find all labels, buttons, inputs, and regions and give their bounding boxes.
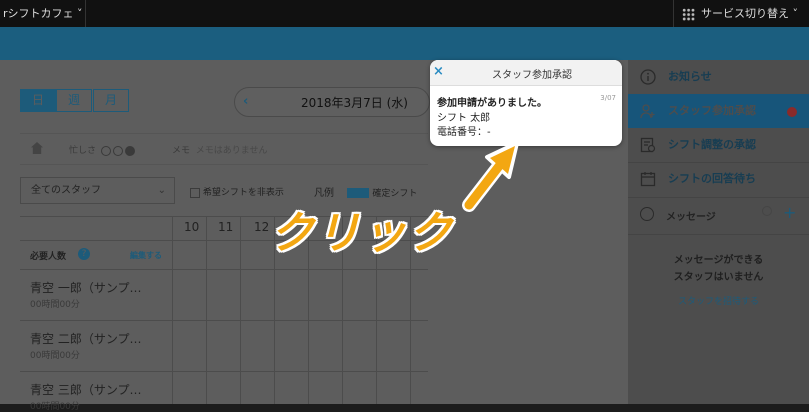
sidebar-item-label: シフトの回答待ち <box>668 172 756 185</box>
memo-label: メモ <box>172 146 191 156</box>
sidebar-item-label: お知らせ <box>668 70 712 83</box>
sidebar-item-label: スタッフ参加承認 <box>668 104 756 117</box>
empty-message-line2: スタッフはいません <box>673 272 764 283</box>
calendar-icon <box>640 172 656 187</box>
add-user-icon <box>640 104 655 119</box>
sidebar-item-label: シフト調整の承認 <box>668 138 756 151</box>
staff-approval-popup[interactable]: × スタッフ参加承認 参加申請がありました。 3/07 シフト 太郎 電話番号：… <box>430 60 622 146</box>
busy-mid-icon[interactable] <box>112 145 123 156</box>
sidebar-item-awaiting-replies[interactable]: シフトの回答待ち <box>628 162 809 196</box>
tab-month-label: 月 <box>104 93 117 107</box>
memo: メモ メモはありません <box>172 143 267 156</box>
current-date: 2018年3月7日 (水) <box>301 96 408 110</box>
busy-low-icon[interactable] <box>100 145 111 156</box>
prev-day-button[interactable]: ‹ <box>243 94 248 109</box>
sidebar-item-staff-approval[interactable]: スタッフ参加承認 <box>628 94 809 128</box>
header-band <box>0 27 809 60</box>
edit-required-link[interactable]: 編集する <box>130 250 162 261</box>
hour-11: 11 <box>218 220 234 234</box>
popup-message: 参加申請がありました。 <box>437 98 547 109</box>
required-count-label: 必要人数 <box>30 252 67 262</box>
messages-header: メッセージ <box>666 212 716 223</box>
hide-requested-checkbox[interactable] <box>190 187 200 198</box>
staff-select[interactable]: 全てのスタッフ ⌄ <box>20 177 175 204</box>
date-navigator: ‹ 2018年3月7日 (水) <box>234 87 430 117</box>
hour-12: 12 <box>254 220 270 234</box>
staff-row-hours: 00時間00分 <box>30 300 80 310</box>
info-icon <box>640 69 656 85</box>
staff-row-hours: 00時間00分 <box>30 351 80 361</box>
staff-row-name[interactable]: 青空 二郎（サンプ… <box>30 330 141 347</box>
busy-label: 忙しさ <box>69 146 97 156</box>
empty-message-line1: メッセージができる <box>673 255 764 266</box>
close-icon[interactable]: × <box>433 64 444 79</box>
sidebar-item-notices[interactable]: お知らせ <box>628 60 809 94</box>
help-icon[interactable]: ? <box>78 248 90 260</box>
tab-month[interactable]: 月 <box>93 89 129 112</box>
service-switch-label: サービス切り替え ˅ <box>701 7 798 20</box>
memo-value[interactable]: メモはありません <box>196 146 268 156</box>
staff-row-name[interactable]: 青空 三郎（サンプ… <box>30 381 141 398</box>
tab-week-label: 週 <box>67 93 80 107</box>
tab-day-label: 日 <box>31 93 44 107</box>
tab-week[interactable]: 週 <box>56 89 92 112</box>
notification-badge <box>787 107 797 117</box>
hour-10: 10 <box>184 220 200 234</box>
applicant-name: シフト 太郎 <box>437 113 491 124</box>
popup-title: スタッフ参加承認 <box>492 70 572 81</box>
service-switch-button[interactable]: サービス切り替え ˅ <box>673 0 809 27</box>
add-message-button[interactable]: + <box>783 203 796 222</box>
sidebar-item-shift-adjust-approval[interactable]: シフト調整の承認 <box>628 128 809 162</box>
annotation-arrow-icon <box>462 141 519 212</box>
busy-high-icon[interactable] <box>124 145 135 156</box>
staff-select-value: 全てのスタッフ <box>31 185 101 196</box>
chat-icon <box>640 207 654 221</box>
staff-row-hours: 00時間00分 <box>30 402 80 412</box>
click-annotation: クリック <box>270 208 454 259</box>
popup-header: × スタッフ参加承認 <box>430 60 622 86</box>
popup-date: 3/07 <box>600 94 616 102</box>
staff-row-name[interactable]: 青空 一郎（サンプ… <box>30 279 141 296</box>
approve-icon <box>640 137 656 153</box>
tab-day[interactable]: 日 <box>20 89 56 112</box>
brand-menu[interactable]: rシフトカフェ ˅ <box>0 0 86 27</box>
busy-rating: 忙しさ <box>69 143 135 156</box>
chevron-down-icon: ⌄ <box>157 185 166 196</box>
brand-label: rシフトカフェ ˅ <box>3 7 83 20</box>
top-bar: rシフトカフェ ˅ サービス切り替え ˅ <box>0 0 809 27</box>
grid-icon <box>682 7 695 21</box>
search-icon[interactable] <box>762 206 772 216</box>
invite-staff-link[interactable]: スタッフを招待する <box>628 294 809 307</box>
